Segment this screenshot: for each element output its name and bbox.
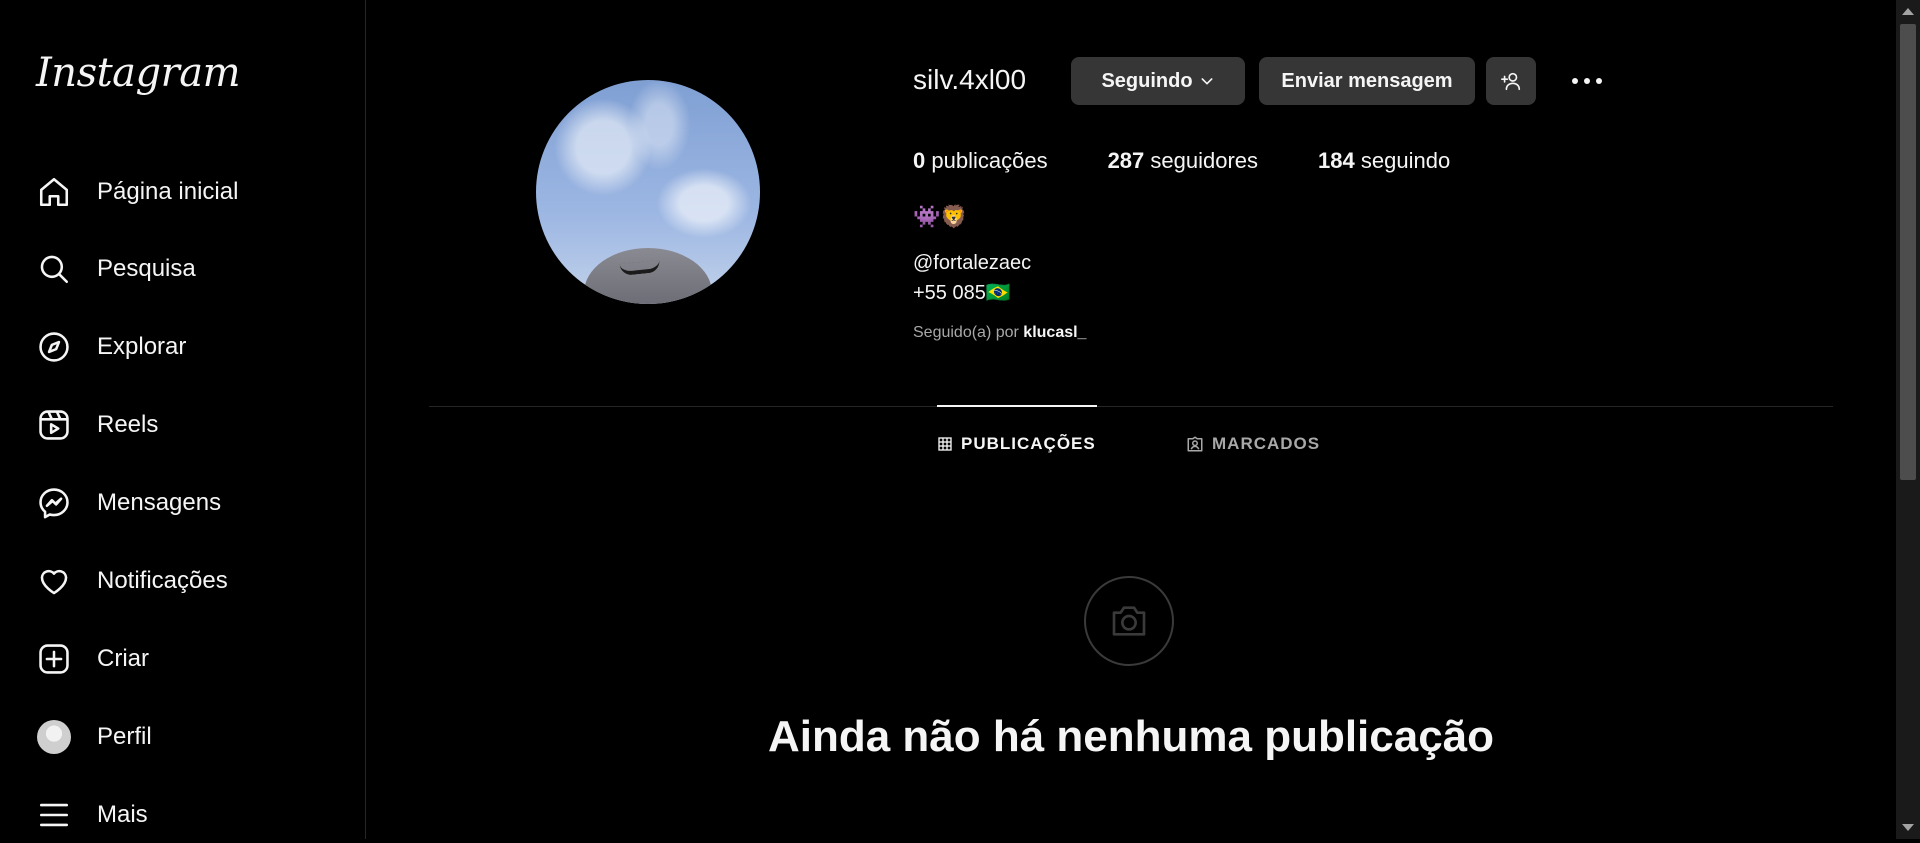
tagged-icon bbox=[1186, 435, 1204, 453]
scrollbar[interactable] bbox=[1896, 0, 1920, 839]
more-options-button[interactable] bbox=[1562, 62, 1612, 100]
nav-label: Explorar bbox=[97, 333, 187, 360]
camera-icon bbox=[1109, 601, 1149, 641]
followed-by-user: klucasl_ bbox=[1023, 324, 1087, 341]
messenger-icon bbox=[36, 485, 72, 521]
nav-item-messages[interactable]: Mensagens bbox=[36, 475, 336, 531]
active-tab-indicator bbox=[937, 405, 1097, 407]
compass-icon bbox=[36, 329, 72, 365]
send-message-button[interactable]: Enviar mensagem bbox=[1259, 57, 1475, 105]
following-count: 184 bbox=[1318, 148, 1355, 173]
avatar bbox=[37, 720, 71, 754]
following-button-label: Seguindo bbox=[1101, 69, 1193, 92]
nav-label: Reels bbox=[97, 411, 159, 438]
nav-label: Perfil bbox=[97, 723, 152, 750]
profile-main: silv.4xl00 Seguindo Enviar mensagem 0 pu… bbox=[366, 0, 1896, 839]
posts-count: 0 bbox=[913, 148, 926, 173]
grid-icon bbox=[937, 436, 953, 452]
nav-item-explore[interactable]: Explorar bbox=[36, 319, 336, 375]
followed-by-prefix: Seguido(a) por bbox=[913, 324, 1019, 341]
scroll-down-arrow-icon[interactable] bbox=[1902, 824, 1914, 831]
scroll-thumb[interactable] bbox=[1900, 24, 1916, 480]
more-horizontal-icon bbox=[1571, 77, 1603, 85]
suggest-user-button[interactable] bbox=[1486, 57, 1536, 105]
nav-label: Mensagens bbox=[97, 489, 222, 516]
heart-icon bbox=[36, 563, 72, 599]
tabs-divider bbox=[429, 406, 1833, 407]
nav-item-notifications[interactable]: Notificações bbox=[36, 553, 336, 609]
posts-label: publicações bbox=[931, 148, 1048, 173]
following-button[interactable]: Seguindo bbox=[1071, 57, 1245, 105]
instagram-logo[interactable]: Instagram bbox=[36, 50, 241, 96]
nav-label: Pesquisa bbox=[97, 255, 196, 282]
home-icon bbox=[36, 174, 72, 210]
nav-item-home[interactable]: Página inicial bbox=[36, 164, 336, 220]
nav-item-search[interactable]: Pesquisa bbox=[36, 241, 336, 297]
nav-item-reels[interactable]: Reels bbox=[36, 397, 336, 453]
avatar-wrapper bbox=[36, 719, 72, 755]
followers-label: seguidores bbox=[1150, 148, 1259, 173]
tab-posts-label: PUBLICAÇÕES bbox=[961, 434, 1096, 453]
chevron-down-icon bbox=[1199, 73, 1215, 89]
add-person-icon bbox=[1500, 70, 1522, 92]
followed-by[interactable]: Seguido(a) por klucasl_ bbox=[913, 324, 1086, 342]
nav-label: Criar bbox=[97, 645, 149, 672]
reels-icon bbox=[36, 407, 72, 443]
bio-emojis: 👾🦁 bbox=[913, 204, 968, 229]
scroll-up-arrow-icon[interactable] bbox=[1902, 8, 1914, 15]
bio-phone: +55 085🇧🇷 bbox=[913, 282, 1011, 304]
tab-posts[interactable]: PUBLICAÇÕES bbox=[937, 434, 1096, 454]
nav-label: Página inicial bbox=[97, 178, 239, 205]
posts-stat: 0 publicações bbox=[913, 148, 1048, 174]
nav-label: Mais bbox=[97, 801, 148, 828]
tab-tagged-label: MARCADOS bbox=[1212, 434, 1321, 453]
nav-item-profile[interactable]: Perfil bbox=[36, 709, 336, 765]
followers-stat[interactable]: 287 seguidores bbox=[1108, 148, 1258, 174]
profile-picture[interactable] bbox=[536, 80, 760, 304]
search-icon bbox=[36, 251, 72, 287]
profile-username: silv.4xl00 bbox=[913, 64, 1027, 95]
send-message-label: Enviar mensagem bbox=[1281, 69, 1453, 92]
followers-count: 287 bbox=[1107, 148, 1145, 173]
plus-square-icon bbox=[36, 641, 72, 677]
profile-stats: 0 publicações 287 seguidores 184 seguind… bbox=[913, 148, 1510, 174]
empty-state-icon-circle bbox=[1084, 576, 1174, 666]
following-label: seguindo bbox=[1360, 148, 1451, 173]
nav-label: Notificações bbox=[97, 567, 228, 594]
menu-icon bbox=[36, 797, 72, 833]
nav-item-more[interactable]: Mais bbox=[36, 787, 336, 843]
nav-item-create[interactable]: Criar bbox=[36, 631, 336, 687]
empty-state-title: Ainda não há nenhuma publicação bbox=[767, 712, 1495, 761]
tab-tagged[interactable]: MARCADOS bbox=[1186, 434, 1320, 454]
sidebar: Instagram Página inicial Pesquisa Explor… bbox=[0, 0, 366, 839]
cap-shape bbox=[584, 248, 712, 304]
bio-mention[interactable]: @fortalezaec bbox=[913, 252, 1031, 275]
following-stat[interactable]: 184 seguindo bbox=[1318, 148, 1450, 174]
